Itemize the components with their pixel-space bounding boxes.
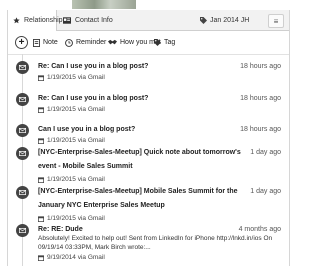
- email-time: 4 months ago: [238, 226, 281, 233]
- clock-icon: [65, 38, 73, 47]
- email-meta: 1/19/2015 via Gmail: [38, 176, 105, 183]
- calendar-icon: [38, 176, 44, 183]
- action-bar: + Note Reminder How you met Tag: [8, 31, 289, 55]
- envelope-icon: [16, 224, 29, 237]
- tag-action[interactable]: Tag: [154, 37, 175, 48]
- email-time: 18 hours ago: [240, 126, 281, 133]
- profile-photo-fragment: [72, 0, 136, 9]
- email-meta: 1/19/2015 via Gmail: [38, 137, 105, 144]
- tag-label: Tag: [164, 39, 176, 46]
- reminder-label: Reminder: [76, 39, 107, 46]
- menu-icon: ≡: [273, 16, 279, 26]
- plus-icon: +: [18, 36, 25, 48]
- tab-bar: Relationship Contact Info Jan 2014 JH ≡: [8, 10, 289, 31]
- email-subject: Can I use you in a blog post?: [38, 126, 136, 133]
- email-subject: Re: Can I use you in a blog post?: [38, 63, 149, 70]
- note-action[interactable]: Note: [33, 37, 58, 48]
- handshake-icon: [108, 39, 117, 46]
- email-meta: 1/19/2015 via Gmail: [38, 215, 105, 222]
- email-subject: [NYC-Enterprise-Sales-Meetup] Quick note…: [38, 149, 241, 170]
- email-meta: 1/19/2015 via Gmail: [38, 106, 105, 113]
- email-meta-text: 1/19/2015 via Gmail: [47, 215, 105, 222]
- email-time: 1 day ago: [250, 188, 281, 195]
- email-meta-text: 1/19/2015 via Gmail: [47, 176, 105, 183]
- envelope-icon: [16, 186, 29, 199]
- email-time: 1 day ago: [250, 149, 281, 156]
- relationship-panel: Relationship Contact Info Jan 2014 JH ≡ …: [7, 10, 290, 266]
- calendar-icon: [38, 137, 44, 144]
- tag-icon: [154, 39, 161, 46]
- calendar-icon: [38, 106, 44, 113]
- tag-indicator[interactable]: Jan 2014 JH: [200, 10, 249, 30]
- add-button[interactable]: +: [15, 36, 28, 49]
- envelope-icon: [16, 61, 29, 74]
- email-meta: 1/19/2015 via Gmail: [38, 74, 105, 81]
- calendar-icon: [38, 215, 44, 222]
- email-preview: Absolutely! Excited to help out! Sent fr…: [38, 235, 273, 251]
- star-icon: [13, 17, 20, 24]
- tab-contact-info-label: Contact Info: [75, 16, 113, 24]
- email-time: 18 hours ago: [240, 63, 281, 70]
- note-label: Note: [43, 39, 58, 46]
- tab-contact-info[interactable]: Contact Info: [58, 10, 126, 30]
- tab-relationship[interactable]: Relationship: [8, 10, 63, 31]
- how-met-action[interactable]: How you met: [108, 37, 161, 48]
- calendar-icon: [38, 74, 44, 81]
- tab-relationship-label: Relationship: [24, 17, 63, 24]
- note-icon: [33, 38, 40, 47]
- email-meta-text: 9/19/2014 via Gmail: [47, 254, 105, 261]
- envelope-icon: [16, 147, 29, 160]
- tag-indicator-label: Jan 2014 JH: [210, 16, 250, 24]
- envelope-icon: [16, 93, 29, 106]
- email-meta-text: 1/19/2015 via Gmail: [47, 137, 105, 144]
- contact-card-icon: [63, 16, 71, 24]
- email-meta: 9/19/2014 via Gmail: [38, 254, 105, 261]
- email-meta-text: 1/19/2015 via Gmail: [47, 106, 105, 113]
- tag-icon: [200, 16, 207, 24]
- email-subject: [NYC-Enterprise-Sales-Meetup] Mobile Sal…: [38, 188, 238, 209]
- email-meta-text: 1/19/2015 via Gmail: [47, 74, 105, 81]
- email-subject: Re: Can I use you in a blog post?: [38, 95, 149, 102]
- panel-menu-button[interactable]: ≡: [268, 14, 284, 28]
- top-strip: [0, 0, 294, 10]
- calendar-icon: [38, 254, 44, 261]
- reminder-action[interactable]: Reminder: [65, 37, 106, 48]
- envelope-icon: [16, 124, 29, 137]
- email-time: 18 hours ago: [240, 95, 281, 102]
